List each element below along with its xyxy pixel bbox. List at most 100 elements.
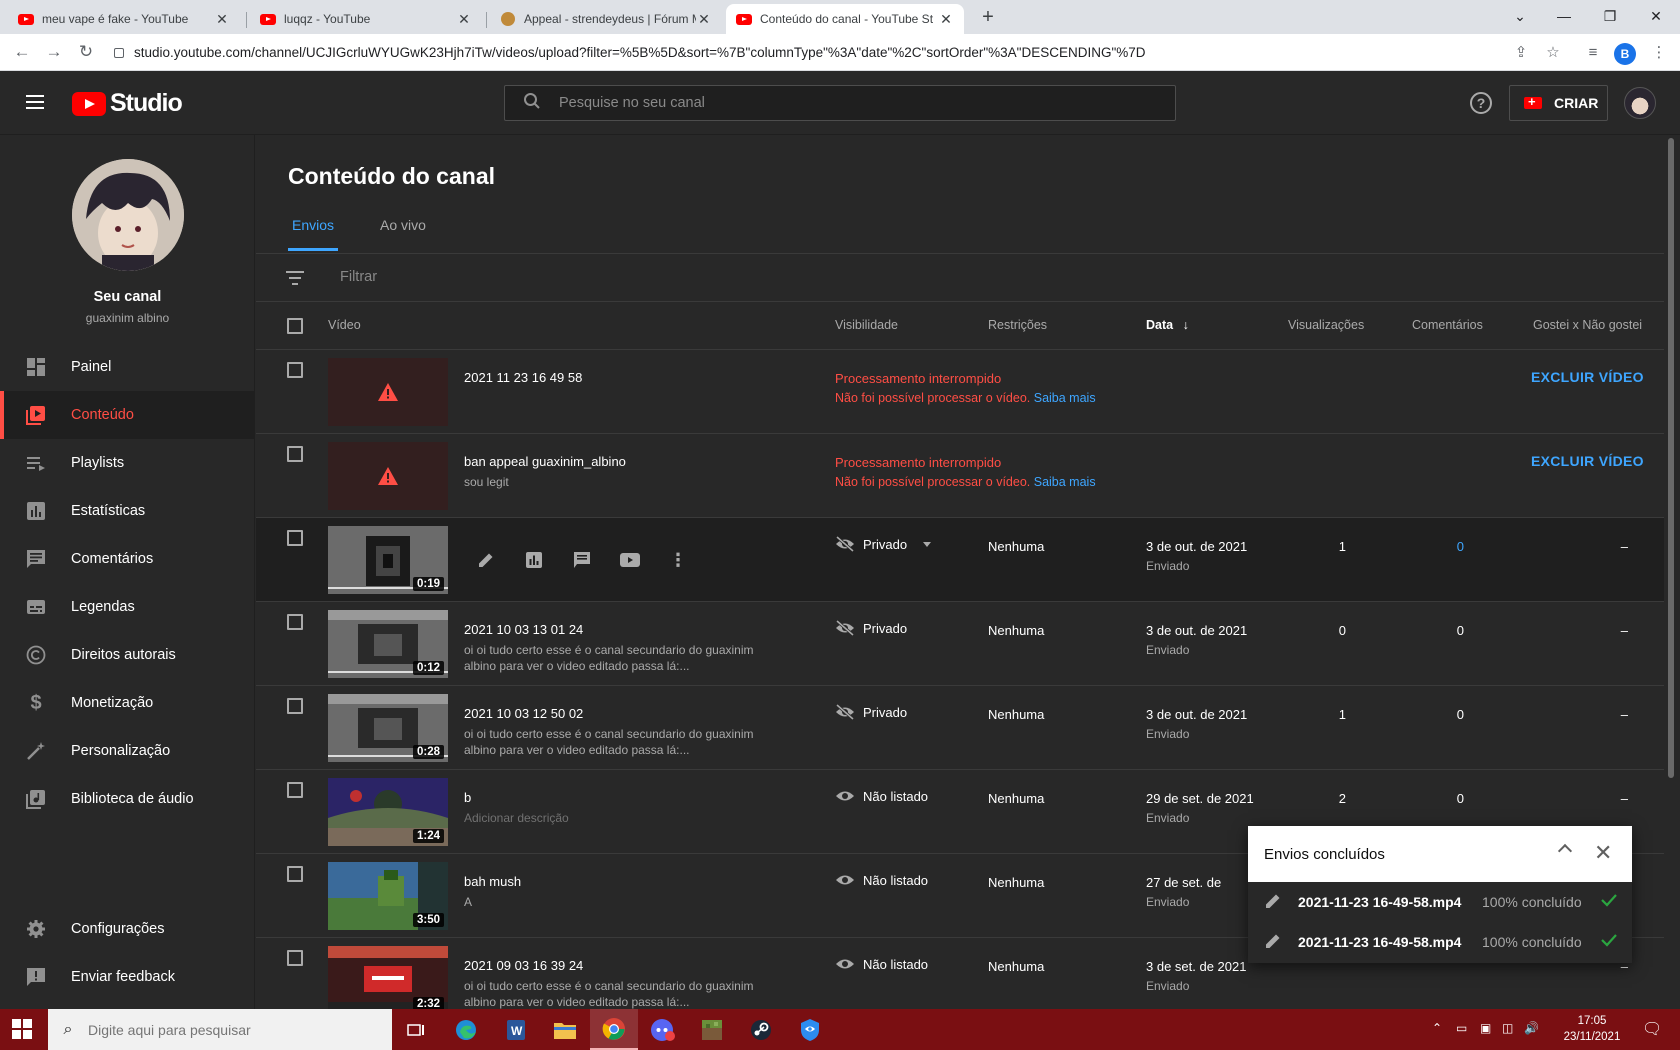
row-checkbox[interactable] (287, 782, 303, 798)
meet-now-icon[interactable]: ▣ (1480, 1021, 1491, 1035)
filter-input[interactable]: Filtrar (340, 269, 377, 285)
comments-icon[interactable] (558, 548, 606, 572)
hamburger-menu-icon[interactable] (26, 95, 44, 109)
video-title[interactable]: 2021 09 03 16 39 24 (464, 958, 583, 973)
sidebar-item-painel[interactable]: Painel (0, 343, 255, 391)
video-thumbnail[interactable]: 1:24 (328, 778, 448, 846)
sidebar-item-conteudo[interactable]: Conteúdo (0, 391, 255, 439)
column-visibility[interactable]: Visibilidade (835, 318, 898, 332)
row-checkbox[interactable] (287, 698, 303, 714)
search-input[interactable] (559, 95, 1119, 111)
help-icon[interactable]: ? (1470, 92, 1492, 114)
edit-pencil-icon[interactable] (1264, 892, 1282, 913)
browser-tab-2[interactable]: luqqz - YouTube ✕ (250, 4, 482, 34)
video-title[interactable]: ban appeal guaxinim_albino (464, 454, 626, 469)
sidebar-item-monetizacao[interactable]: $ Monetização (0, 679, 255, 727)
channel-search[interactable] (504, 85, 1176, 121)
sidebar-item-comentarios[interactable]: Comentários (0, 535, 255, 583)
taskbar-search-input[interactable] (88, 1021, 378, 1038)
learn-more-link[interactable]: Saiba mais (1034, 391, 1096, 405)
chevron-up-icon[interactable]: ⌃ (1432, 1021, 1442, 1035)
column-views[interactable]: Visualizações (1288, 318, 1364, 332)
learn-more-link[interactable]: Saiba mais (1034, 475, 1096, 489)
edit-pencil-icon[interactable] (1264, 932, 1282, 953)
tab-search-icon[interactable]: ⌄ (1500, 4, 1540, 28)
back-button[interactable]: ← (10, 40, 34, 64)
address-bar[interactable]: studio.youtube.com/channel/UCJIGcrluWYUG… (114, 40, 1514, 66)
video-thumbnail-error[interactable] (328, 442, 448, 510)
file-explorer-icon[interactable] (541, 1009, 589, 1050)
tab-ao-vivo[interactable]: Ao vivo (376, 205, 430, 251)
row-checkbox[interactable] (287, 530, 303, 546)
column-likes[interactable]: Gostei x Não gostei (1533, 318, 1642, 332)
table-row[interactable]: 0:19 ⋮ Privado Nenhuma 3 de out. de 2021… (256, 518, 1664, 602)
close-tab-icon[interactable]: ✕ (938, 11, 954, 28)
browser-tab-4-active[interactable]: Conteúdo do canal - YouTube St ✕ (726, 4, 964, 34)
delete-video-button[interactable]: EXCLUIR VÍDEO (1531, 453, 1644, 469)
column-comments[interactable]: Comentários (1412, 318, 1483, 332)
video-title[interactable]: 2021 10 03 13 01 24 (464, 622, 583, 637)
visibility-status[interactable]: Não listado (835, 872, 928, 888)
chevron-up-icon[interactable] (1557, 843, 1573, 859)
more-options-icon[interactable]: ⋮ (654, 548, 702, 572)
media-control-icon[interactable]: ≡ (1582, 42, 1604, 64)
close-window-button[interactable]: ✕ (1636, 4, 1676, 28)
minecraft-icon[interactable] (688, 1009, 736, 1050)
column-restrictions[interactable]: Restrições (988, 318, 1047, 332)
video-thumbnail-error[interactable] (328, 358, 448, 426)
sidebar-item-enviar-feedback[interactable]: Enviar feedback (0, 953, 255, 1001)
row-checkbox[interactable] (287, 446, 303, 462)
table-row[interactable]: 0:28 2021 10 03 12 50 02 oi oi tudo cert… (256, 686, 1664, 770)
visibility-status[interactable]: Não listado (835, 788, 928, 804)
new-tab-button[interactable]: + (976, 6, 1000, 30)
video-description[interactable]: Adicionar descrição (464, 810, 774, 826)
visibility-status[interactable]: Privado (835, 620, 907, 636)
sidebar-item-configuracoes[interactable]: Configurações (0, 905, 255, 953)
delete-video-button[interactable]: EXCLUIR VÍDEO (1531, 369, 1644, 385)
edit-pencil-icon[interactable] (462, 548, 510, 572)
tab-envios[interactable]: Envios (288, 205, 339, 251)
table-row[interactable]: ban appeal guaxinim_albino sou legit Pro… (256, 434, 1664, 518)
create-button[interactable]: CRIAR (1509, 85, 1608, 121)
sidebar-item-estatisticas[interactable]: Estatísticas (0, 487, 255, 535)
network-icon[interactable]: ▭ (1456, 1021, 1467, 1035)
account-avatar[interactable] (1624, 87, 1656, 119)
row-checkbox[interactable] (287, 950, 303, 966)
sidebar-item-biblioteca-audio[interactable]: Biblioteca de áudio (0, 775, 255, 823)
video-title[interactable]: b (464, 790, 471, 805)
windows-start-icon[interactable] (12, 1019, 32, 1039)
youtube-play-icon[interactable] (606, 548, 654, 572)
discord-icon[interactable] (639, 1009, 687, 1050)
sidebar-item-legendas[interactable]: Legendas (0, 583, 255, 631)
video-thumbnail[interactable]: 0:12 (328, 610, 448, 678)
task-view-icon[interactable] (392, 1009, 440, 1050)
visibility-dropdown[interactable]: Privado (835, 536, 932, 552)
scrollbar[interactable] (1668, 138, 1674, 778)
webcam-icon[interactable]: ◫ (1502, 1021, 1513, 1035)
video-thumbnail[interactable]: 0:19 (328, 526, 448, 594)
visibility-status[interactable]: Não listado (835, 956, 928, 972)
sidebar-item-direitos-autorais[interactable]: Direitos autorais (0, 631, 255, 679)
vpn-shield-icon[interactable] (786, 1009, 834, 1050)
close-tab-icon[interactable]: ✕ (696, 11, 712, 28)
forward-button[interactable]: → (42, 40, 66, 64)
filter-icon[interactable] (286, 271, 304, 289)
filter-bar[interactable]: Filtrar (256, 254, 1664, 302)
row-checkbox[interactable] (287, 614, 303, 630)
close-tab-icon[interactable]: ✕ (456, 11, 472, 28)
steam-icon[interactable] (737, 1009, 785, 1050)
row-checkbox[interactable] (287, 362, 303, 378)
column-video[interactable]: Vídeo (328, 318, 361, 332)
chrome-icon[interactable] (590, 1009, 638, 1050)
table-row[interactable]: 2021 11 23 16 49 58 Processamento interr… (256, 350, 1664, 434)
taskbar-search[interactable]: ⌕ (48, 1009, 392, 1050)
video-thumbnail[interactable]: 0:28 (328, 694, 448, 762)
notifications-icon[interactable]: 🗨 (1642, 1019, 1662, 1039)
word-icon[interactable]: W (492, 1009, 540, 1050)
channel-avatar[interactable] (72, 159, 184, 271)
browser-profile-button[interactable]: B (1614, 43, 1636, 65)
youtube-studio-logo[interactable]: Studio (72, 89, 183, 118)
minimize-button[interactable]: — (1544, 4, 1584, 28)
video-thumbnail[interactable]: 2:32 (328, 946, 448, 1009)
visibility-status[interactable]: Privado (835, 704, 907, 720)
